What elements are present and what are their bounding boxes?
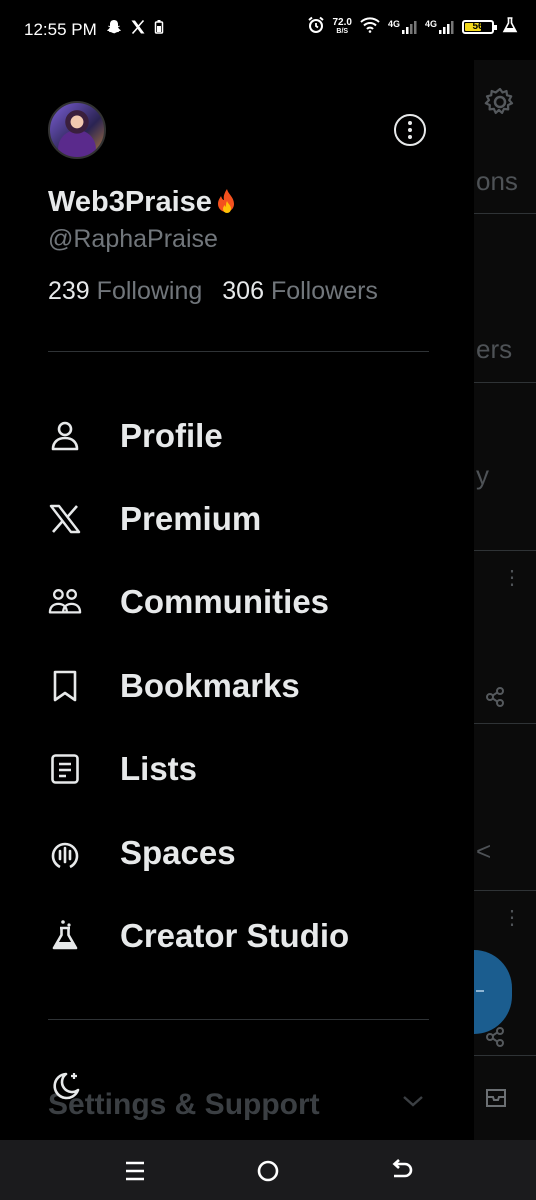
menu-item-label: Bookmarks	[120, 667, 300, 704]
wifi-icon	[360, 17, 380, 36]
home-button[interactable]	[255, 1158, 281, 1184]
messages-icon	[484, 1086, 508, 1115]
following-label: Following	[96, 277, 203, 305]
divider	[474, 550, 536, 551]
spaces-icon	[48, 836, 82, 870]
menu-item-spaces[interactable]: Spaces	[0, 818, 474, 888]
person-icon	[48, 419, 82, 453]
menu-item-label: Lists	[120, 750, 198, 787]
menu-item-label: Profile	[120, 417, 223, 454]
divider	[474, 1055, 536, 1056]
notification-icons	[106, 19, 164, 40]
status-right: 72.0 B/S 4G 4G 56	[307, 16, 519, 37]
signal-icon: 4G	[388, 19, 417, 35]
plus-icon	[476, 990, 484, 992]
following-link[interactable]: 239 Following	[48, 277, 202, 306]
menu-item-communities[interactable]: Communities	[0, 567, 474, 637]
menu-item-label: Premium	[120, 500, 262, 537]
followers-link[interactable]: 306 Followers	[222, 277, 378, 306]
menu-item-premium[interactable]: Premium	[0, 484, 474, 554]
divider	[474, 890, 536, 891]
alarm-icon	[307, 16, 325, 37]
more-options-button[interactable]	[394, 114, 426, 146]
avatar[interactable]	[48, 101, 106, 159]
menu-item-bookmarks[interactable]: Bookmarks	[0, 651, 474, 721]
menu-item-creator-studio[interactable]: Creator Studio	[0, 901, 474, 971]
list-icon	[48, 752, 82, 786]
peek-text: ers	[476, 334, 513, 364]
menu-item-label: Communities	[120, 583, 330, 620]
followers-label: Followers	[270, 277, 378, 305]
peek-text: ons	[476, 166, 518, 196]
fire-emoji-icon	[214, 188, 240, 218]
kebab-icon: ⋮	[502, 567, 522, 589]
peek-text: <	[476, 836, 492, 866]
divider	[474, 723, 536, 724]
following-count: 239	[48, 277, 90, 305]
net-speed: 72.0 B/S	[332, 16, 352, 35]
signal-icon-2: 4G	[425, 19, 454, 35]
system-nav-bar	[0, 1140, 536, 1200]
gear-icon	[484, 86, 516, 123]
status-bar: 12:55 PM 72.0 B/S 4G 4G 56	[0, 0, 536, 60]
settings-label: Settings & Support	[48, 1088, 320, 1121]
follow-stats: 239 Following 306 Followers	[48, 277, 378, 306]
user-handle[interactable]: @RaphaPraise	[48, 225, 218, 254]
kebab-icon: ⋮	[502, 907, 522, 929]
divider	[474, 213, 536, 214]
flask-icon	[48, 919, 82, 953]
menu-item-label: Spaces	[120, 834, 236, 871]
snapchat-icon	[106, 19, 122, 40]
x-logo-icon	[130, 19, 146, 40]
followers-count: 306	[222, 277, 264, 305]
flask-icon	[502, 16, 518, 37]
peek-text: y	[476, 460, 489, 490]
x-logo-icon	[48, 502, 82, 536]
communities-icon	[48, 585, 82, 619]
divider	[48, 1019, 429, 1020]
menu-item-label: Creator Studio	[120, 917, 350, 954]
display-name[interactable]: Web3Praise	[48, 186, 240, 219]
status-time: 12:55 PM	[24, 20, 97, 39]
battery-icon: 56	[462, 19, 497, 34]
battery-saver-icon	[154, 19, 164, 40]
settings-and-support[interactable]: Settings & Support	[48, 1070, 429, 1130]
divider	[48, 351, 429, 352]
share-icon	[484, 686, 506, 713]
chevron-down-icon	[402, 1094, 424, 1113]
menu-item-profile[interactable]: Profile	[0, 401, 474, 471]
bookmark-icon	[48, 669, 82, 703]
divider	[474, 382, 536, 383]
moon-icon[interactable]	[48, 1070, 82, 1109]
recent-apps-button[interactable]	[122, 1158, 148, 1184]
menu-item-lists[interactable]: Lists	[0, 734, 474, 804]
back-button[interactable]	[388, 1158, 414, 1184]
